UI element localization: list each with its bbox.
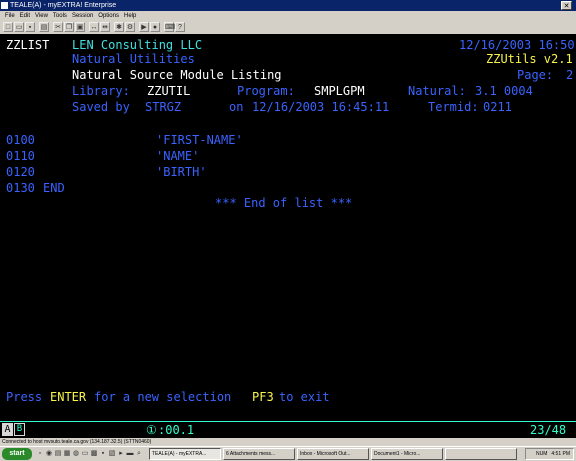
source-line-number: 0120 bbox=[6, 165, 35, 179]
window-title: TEALE(A) - myEXTRA! Enterprise bbox=[10, 2, 117, 9]
desktop-icon[interactable]: ▫ bbox=[36, 449, 44, 459]
calculator-icon[interactable]: ▩ bbox=[90, 449, 98, 459]
saved-by: STRGZ bbox=[145, 100, 182, 114]
prompt-pf3-key: PF3 bbox=[252, 390, 274, 404]
source-line-number: 0130 bbox=[6, 181, 35, 195]
timer-icon: ① bbox=[146, 423, 157, 437]
prompt-exit: to exit bbox=[279, 390, 330, 404]
menu-session[interactable]: Session bbox=[72, 13, 93, 19]
save-icon[interactable]: ▪ bbox=[25, 22, 35, 32]
new-icon[interactable]: □ bbox=[3, 22, 13, 32]
system-tray: NUM 4:51 PM bbox=[525, 448, 574, 460]
prompt-enter-key: ENTER bbox=[50, 390, 87, 404]
saved-on-label: on bbox=[229, 100, 244, 114]
menu-bar: File Edit View Tools Session Options Help bbox=[0, 11, 576, 21]
word-icon[interactable]: ▤ bbox=[54, 449, 62, 459]
num-lock-indicator: NUM bbox=[535, 451, 548, 457]
print-icon[interactable]: ▤ bbox=[39, 22, 49, 32]
help-icon[interactable]: ? bbox=[175, 22, 185, 32]
cursor-position: 23/48 bbox=[530, 423, 567, 437]
saved-label: Saved by bbox=[72, 100, 130, 114]
start-button[interactable]: start bbox=[2, 448, 32, 460]
close-button[interactable]: ✕ bbox=[561, 1, 572, 10]
task-button-other[interactable] bbox=[445, 448, 517, 460]
termid-value: 0211 bbox=[483, 100, 512, 114]
notes-icon[interactable]: ▧ bbox=[108, 449, 116, 459]
screen-title: Natural Source Module Listing bbox=[72, 68, 282, 82]
response-timer: :00.1 bbox=[158, 423, 195, 437]
prompt-press: Press bbox=[6, 390, 43, 404]
search-icon[interactable]: ⌕ bbox=[135, 449, 143, 459]
menu-tools[interactable]: Tools bbox=[53, 13, 67, 19]
hotspot-icon[interactable]: ✱ bbox=[114, 22, 124, 32]
clock[interactable]: 4:51 PM bbox=[551, 451, 570, 457]
natural-label: Natural: bbox=[408, 84, 466, 98]
connection-status: Connected to host mvsuto.teale.ca.gov (1… bbox=[2, 439, 152, 445]
saved-on: 12/16/2003 16:45:11 bbox=[252, 100, 390, 114]
excel-icon[interactable]: ▦ bbox=[63, 449, 71, 459]
current-datetime: 12/16/2003 16:50 bbox=[459, 38, 575, 52]
outlook-icon[interactable]: ◉ bbox=[45, 449, 53, 459]
paste-icon[interactable]: ▣ bbox=[75, 22, 85, 32]
folder-icon[interactable]: ▬ bbox=[126, 449, 134, 459]
source-line-text: END bbox=[43, 181, 65, 195]
disconnect-icon[interactable]: ⇹ bbox=[100, 22, 110, 32]
task-button-attachments[interactable]: 6 Attachments mess... bbox=[223, 448, 295, 460]
keyboard-lock-indicator: B bbox=[14, 423, 25, 436]
browser-icon[interactable]: ◍ bbox=[72, 449, 80, 459]
program-label: Program: bbox=[237, 84, 295, 98]
subtitle: Natural Utilities bbox=[72, 52, 195, 66]
settings-icon[interactable]: ⚙ bbox=[125, 22, 135, 32]
program-value: SMPLGPM bbox=[314, 84, 365, 98]
keyboard-icon[interactable]: ⌨ bbox=[164, 22, 175, 32]
task-button-inbox[interactable]: Inbox - Microsoft Out... bbox=[297, 448, 369, 460]
window-titlebar[interactable]: TEALE(A) - myEXTRA! Enterprise ✕ bbox=[0, 0, 576, 11]
company-name: LEN Consulting LLC bbox=[72, 38, 203, 52]
app-icon bbox=[1, 2, 8, 9]
page-label: Page: bbox=[517, 68, 554, 82]
end-of-list: *** End of list *** bbox=[215, 196, 353, 210]
menu-edit[interactable]: Edit bbox=[20, 13, 30, 19]
source-line-number: 0100 bbox=[6, 133, 35, 147]
source-line-text: 'NAME' bbox=[156, 149, 200, 163]
session-indicator: A bbox=[2, 423, 13, 436]
macro-icon[interactable]: ▶ bbox=[139, 22, 149, 32]
source-line-text: 'BIRTH' bbox=[156, 165, 207, 179]
source-line-text: 'FIRST-NAME' bbox=[156, 133, 243, 147]
terminal-icon[interactable]: ▪ bbox=[99, 449, 107, 459]
taskbar: start ▫ ◉ ▤ ▦ ◍ ▭ ▩ ▪ ▧ ▸ ▬ ⌕ TEALE(A) -… bbox=[0, 446, 576, 461]
task-button-document[interactable]: Document1 - Micro... bbox=[371, 448, 443, 460]
natural-version: 3.1 0004 bbox=[475, 84, 533, 98]
cut-icon[interactable]: ✂ bbox=[53, 22, 63, 32]
termid-label: Termid: bbox=[428, 100, 479, 114]
library-value: ZZUTIL bbox=[147, 84, 191, 98]
menu-file[interactable]: File bbox=[5, 13, 15, 19]
status-bar: Connected to host mvsuto.teale.ca.gov (1… bbox=[0, 438, 576, 446]
library-label: Library: bbox=[72, 84, 130, 98]
menu-help[interactable]: Help bbox=[124, 13, 136, 19]
copy-icon[interactable]: ❐ bbox=[64, 22, 74, 32]
module-name: ZZLIST bbox=[6, 38, 50, 52]
open-icon[interactable]: ▭ bbox=[14, 22, 24, 32]
connect-icon[interactable]: ↔ bbox=[89, 22, 99, 32]
terminal-screen[interactable]: ZZLIST LEN Consulting LLC 12/16/2003 16:… bbox=[0, 34, 576, 421]
oia-status-line: A B ① :00.1 23/48 bbox=[0, 421, 576, 438]
menu-options[interactable]: Options bbox=[98, 13, 119, 19]
source-line-number: 0110 bbox=[6, 149, 35, 163]
product-name: ZZUtils v2.1 bbox=[486, 52, 573, 66]
record-icon[interactable]: ● bbox=[150, 22, 160, 32]
toolbar: □ ▭ ▪ ▤ ✂ ❐ ▣ ↔ ⇹ ✱ ⚙ ▶ ● ⌨ ? bbox=[0, 21, 576, 34]
media-icon[interactable]: ▸ bbox=[117, 449, 125, 459]
menu-view[interactable]: View bbox=[35, 13, 48, 19]
explorer-icon[interactable]: ▭ bbox=[81, 449, 89, 459]
task-button-terminal[interactable]: TEALE(A) - myEXTRA... bbox=[149, 448, 221, 460]
page-number: 2 bbox=[566, 68, 574, 82]
prompt-new-selection: for a new selection bbox=[94, 390, 232, 404]
